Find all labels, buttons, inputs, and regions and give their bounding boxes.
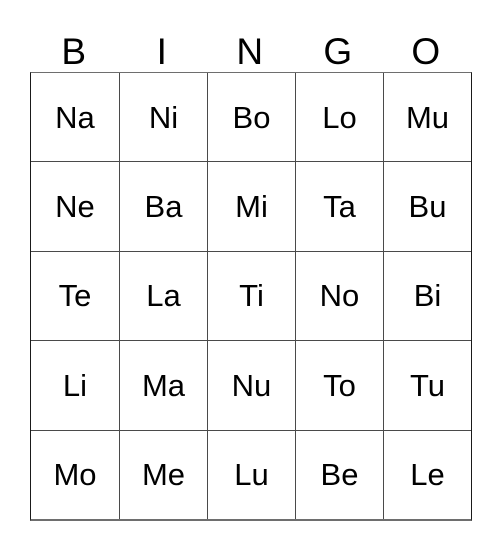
- bingo-cell[interactable]: Li: [31, 341, 119, 430]
- bingo-cell[interactable]: Tu: [383, 341, 471, 430]
- bingo-cell[interactable]: Ne: [31, 162, 119, 251]
- bingo-cell[interactable]: Lo: [295, 73, 383, 162]
- bingo-row: Te La Ti No Bi: [31, 250, 471, 341]
- bingo-row: Mo Me Lu Be Le: [31, 429, 471, 519]
- bingo-cell[interactable]: Be: [295, 430, 383, 519]
- bingo-header-letter-i: I: [156, 31, 168, 72]
- bingo-cell[interactable]: Mo: [31, 430, 119, 519]
- bingo-cell[interactable]: Nu: [207, 341, 295, 430]
- bingo-row: Li Ma Nu To Tu: [31, 340, 471, 430]
- bingo-header-letter-g: G: [323, 31, 353, 72]
- bingo-header-letter-n: N: [236, 31, 264, 72]
- bingo-header-letter-b: B: [61, 31, 87, 72]
- bingo-cell[interactable]: Lu: [207, 430, 295, 519]
- bingo-cell[interactable]: Te: [31, 251, 119, 341]
- bingo-cell[interactable]: Bu: [383, 162, 471, 251]
- bingo-cell[interactable]: Mu: [383, 73, 471, 162]
- bingo-cell[interactable]: Le: [383, 430, 471, 519]
- bingo-cell[interactable]: Ba: [119, 162, 207, 251]
- bingo-card: B I N G O Na Ni Bo Lo Mu Ne Ba Mi Ta Bu …: [30, 24, 472, 521]
- bingo-header-row: B I N G O: [30, 24, 470, 72]
- bingo-cell[interactable]: Bi: [383, 251, 471, 341]
- bingo-cell[interactable]: Bo: [207, 73, 295, 162]
- bingo-row: Ne Ba Mi Ta Bu: [31, 161, 471, 251]
- bingo-row: Na Ni Bo Lo Mu: [31, 73, 471, 162]
- bingo-cell[interactable]: Me: [119, 430, 207, 519]
- bingo-cell[interactable]: To: [295, 341, 383, 430]
- bingo-cell[interactable]: Ti: [207, 251, 295, 341]
- bingo-cell[interactable]: Mi: [207, 162, 295, 251]
- bingo-grid: Na Ni Bo Lo Mu Ne Ba Mi Ta Bu Te La Ti N…: [30, 72, 472, 521]
- bingo-cell[interactable]: Ni: [119, 73, 207, 162]
- bingo-cell[interactable]: Na: [31, 73, 119, 162]
- bingo-cell[interactable]: Ma: [119, 341, 207, 430]
- bingo-cell[interactable]: Ta: [295, 162, 383, 251]
- bingo-header-letter-o: O: [411, 31, 441, 72]
- bingo-cell[interactable]: La: [119, 251, 207, 341]
- bingo-cell[interactable]: No: [295, 251, 383, 341]
